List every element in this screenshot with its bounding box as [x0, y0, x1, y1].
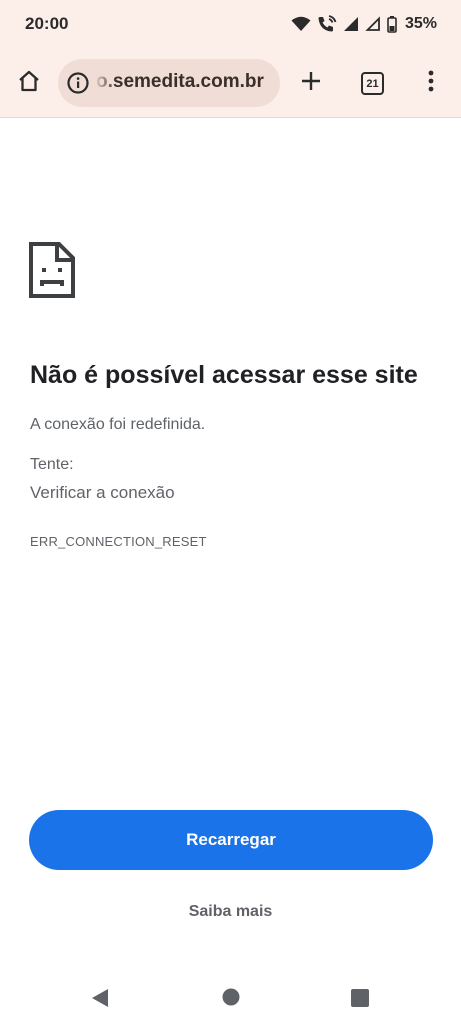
- battery-icon: [387, 15, 397, 33]
- suggestion-check-connection: Verificar a conexão: [30, 483, 175, 502]
- info-icon[interactable]: [67, 72, 89, 94]
- status-time: 20:00: [25, 14, 69, 33]
- signal-icon: [343, 16, 359, 32]
- home-button[interactable]: [14, 68, 44, 98]
- tab-count: 21: [366, 77, 379, 90]
- url-fade: [94, 59, 116, 107]
- learn-more-link[interactable]: Saiba mais: [0, 903, 461, 921]
- sad-page-icon: [29, 242, 75, 298]
- browser-toolbar: o.semedita.com.br 21: [0, 48, 461, 118]
- wifi-icon: [291, 16, 311, 32]
- error-title: Não é possível acessar esse site: [30, 361, 418, 389]
- signal-empty-icon: [365, 16, 381, 32]
- more-vert-icon: [428, 70, 434, 97]
- back-icon[interactable]: [90, 987, 110, 1014]
- new-tab-button[interactable]: [296, 68, 326, 98]
- home-icon: [17, 69, 41, 98]
- wifi-calling-icon: [317, 15, 337, 33]
- system-nav-bar: [0, 979, 461, 1024]
- error-page: Não é possível acessar esse site A conex…: [0, 119, 461, 979]
- recents-icon[interactable]: [350, 988, 370, 1013]
- error-description: A conexão foi redefinida.: [30, 416, 206, 433]
- try-label: Tente:: [30, 456, 74, 473]
- tab-switcher-button[interactable]: 21: [361, 72, 384, 95]
- home-circle-icon[interactable]: [221, 987, 241, 1012]
- error-code: ERR_CONNECTION_RESET: [30, 534, 207, 549]
- reload-button[interactable]: Recarregar: [29, 810, 433, 870]
- plus-icon: [300, 70, 322, 97]
- url-bar[interactable]: o.semedita.com.br: [58, 59, 280, 107]
- status-icons: 35%: [291, 15, 437, 33]
- battery-percentage: 35%: [404, 15, 437, 32]
- url-text: o.semedita.com.br: [96, 71, 264, 92]
- more-menu-button[interactable]: [420, 68, 442, 98]
- status-bar: 20:00 35%: [0, 0, 461, 48]
